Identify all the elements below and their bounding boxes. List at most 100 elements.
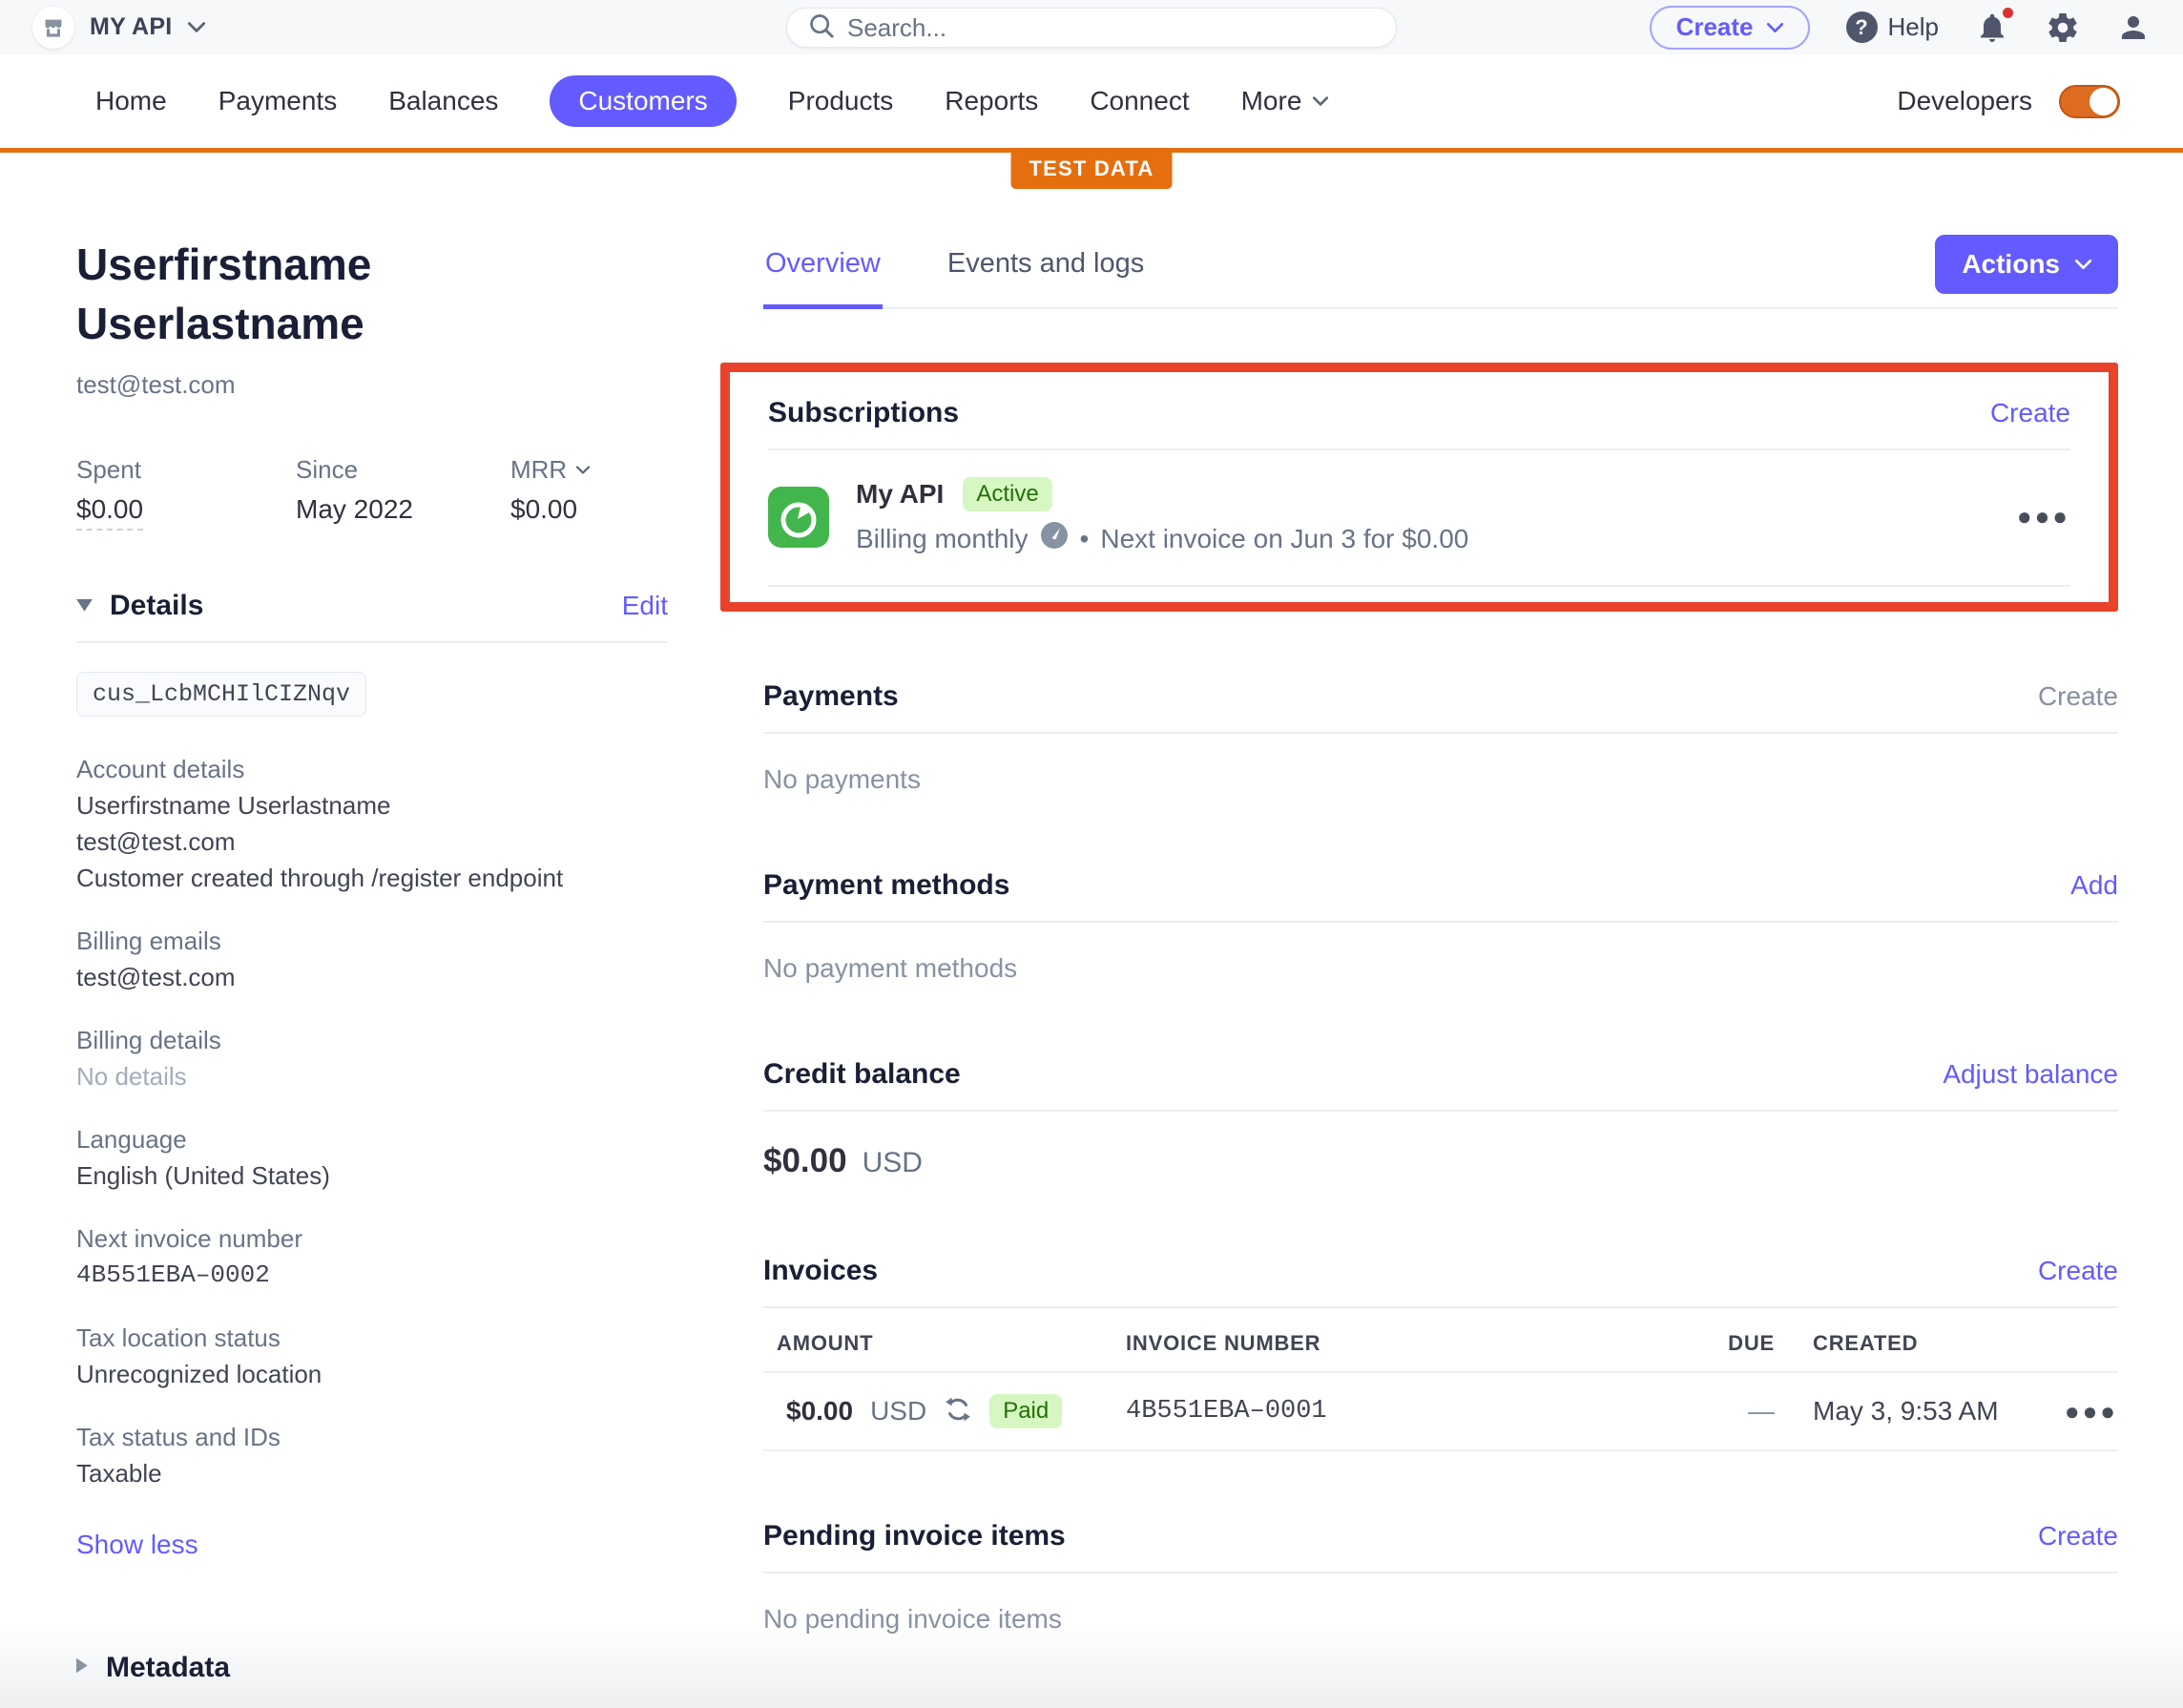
pending-invoice-items-title: Pending invoice items <box>763 1520 1066 1552</box>
field-label: Billing details <box>76 1022 668 1058</box>
test-mode-toggle[interactable] <box>2059 85 2120 118</box>
field-value: Userfirstname Userlastname <box>76 787 668 823</box>
stat-mrr-dropdown[interactable]: MRR <box>510 455 590 485</box>
dot-separator: • <box>1080 524 1090 554</box>
overflow-menu-icon[interactable]: ●●● <box>2017 502 2070 531</box>
profile-button[interactable] <box>2116 10 2151 45</box>
person-icon <box>2116 10 2151 45</box>
actions-button-label: Actions <box>1962 249 2060 280</box>
field-label: Tax location status <box>76 1320 668 1356</box>
field-value: test@test.com <box>76 823 668 860</box>
column-due: DUE <box>1698 1331 1775 1356</box>
create-button[interactable]: Create <box>1650 6 1810 50</box>
stat-mrr-label: MRR <box>510 455 567 485</box>
help-button[interactable]: ? Help <box>1846 11 1939 43</box>
pending-invoice-items-create-link[interactable]: Create <box>2038 1521 2118 1552</box>
column-invoice-number: INVOICE NUMBER <box>1126 1331 1698 1356</box>
invoice-status-badge: Paid <box>989 1394 1062 1428</box>
help-label: Help <box>1888 12 1939 42</box>
divider <box>763 1449 2118 1451</box>
payment-methods-title: Payment methods <box>763 869 1009 902</box>
payment-methods-add-link[interactable]: Add <box>2070 870 2118 901</box>
top-bar: MY API Create ? Help <box>0 0 2183 54</box>
invoices-section: Invoices Create AMOUNT INVOICE NUMBER DU… <box>763 1255 2118 1451</box>
detail-field-tax-status: Tax status and IDs Taxable <box>76 1419 668 1491</box>
payments-create-link[interactable]: Create <box>2038 681 2118 712</box>
nav-more-label: More <box>1241 86 1302 116</box>
stat-spent-value[interactable]: $0.00 <box>76 494 143 531</box>
metadata-title: Metadata <box>106 1652 230 1684</box>
invoices-create-link[interactable]: Create <box>2038 1256 2118 1286</box>
chevron-down-icon <box>1313 96 1328 106</box>
annotation-highlight-box: Subscriptions Create My API Active <box>720 363 2118 612</box>
customer-summary-panel: Userfirstname Userlastname test@test.com… <box>76 235 668 1684</box>
field-value: test@test.com <box>76 959 668 995</box>
adjust-balance-link[interactable]: Adjust balance <box>1943 1059 2118 1090</box>
gear-icon <box>2046 10 2080 45</box>
nav-item-payments[interactable]: Payments <box>218 86 338 116</box>
details-edit-link[interactable]: Edit <box>622 591 668 621</box>
nav-item-home[interactable]: Home <box>95 86 167 116</box>
invoice-row[interactable]: $0.00 USD Paid 4B551EBA–0001 — May 3, 9 <box>763 1373 2118 1449</box>
nav-item-reports[interactable]: Reports <box>945 86 1038 116</box>
nav-item-customers[interactable]: Customers <box>550 75 736 127</box>
payment-methods-section: Payment methods Add No payment methods <box>763 869 2118 989</box>
customer-detail-panel: Overview Events and logs Actions Subscri… <box>763 235 2118 1684</box>
nav-item-connect[interactable]: Connect <box>1090 86 1189 116</box>
column-amount: AMOUNT <box>763 1331 1126 1356</box>
credit-balance-title: Credit balance <box>763 1058 961 1091</box>
nav-item-products[interactable]: Products <box>788 86 894 116</box>
stat-mrr-value: $0.00 <box>510 494 577 524</box>
nav-item-more[interactable]: More <box>1241 86 1329 116</box>
triangle-right-icon <box>76 1657 89 1678</box>
developers-link[interactable]: Developers <box>1897 86 2032 116</box>
nav-item-balances[interactable]: Balances <box>388 86 498 116</box>
divider <box>768 585 2070 587</box>
billing-gauge-icon <box>1040 521 1069 556</box>
show-less-link[interactable]: Show less <box>76 1530 198 1560</box>
metadata-header[interactable]: Metadata <box>76 1652 668 1684</box>
notification-dot <box>2000 5 2016 21</box>
actions-button[interactable]: Actions <box>1935 235 2118 294</box>
storefront-icon <box>39 13 68 42</box>
chevron-down-icon <box>188 22 205 32</box>
settings-button[interactable] <box>2046 10 2080 45</box>
field-value: Taxable <box>76 1455 668 1491</box>
page-content: Userfirstname Userlastname test@test.com… <box>0 153 2183 1684</box>
search-input[interactable] <box>847 13 1375 43</box>
invoice-amount: $0.00 <box>786 1396 853 1427</box>
next-invoice-text: Next invoice on Jun 3 for $0.00 <box>1100 524 1468 554</box>
field-label: Language <box>76 1121 668 1157</box>
question-mark-icon: ? <box>1846 11 1878 43</box>
account-switcher[interactable]: MY API <box>32 7 205 49</box>
chevron-down-icon <box>2075 260 2091 269</box>
detail-field-tax-location: Tax location status Unrecognized locatio… <box>76 1320 668 1392</box>
customer-id-pill[interactable]: cus_LcbMCHIlCIZNqv <box>76 672 366 717</box>
overflow-menu-icon[interactable]: ●●● <box>2065 1397 2118 1426</box>
subscription-clock-icon <box>768 487 829 548</box>
field-value: Unrecognized location <box>76 1356 668 1392</box>
payments-title: Payments <box>763 680 899 713</box>
subscription-name: My API <box>856 479 944 510</box>
stat-since: Since May 2022 <box>296 455 510 531</box>
search-bar[interactable] <box>786 8 1397 48</box>
triangle-down-icon[interactable] <box>76 599 93 613</box>
main-nav: Home Payments Balances Customers Product… <box>0 54 2183 153</box>
tab-events-and-logs[interactable]: Events and logs <box>946 235 1146 304</box>
tab-overview[interactable]: Overview <box>763 235 883 309</box>
credit-balance-currency: USD <box>863 1147 923 1179</box>
customer-stats: Spent $0.00 Since May 2022 MRR $0.00 <box>76 455 668 531</box>
subscription-row[interactable]: My API Active Billing monthly • Next inv <box>768 450 2070 585</box>
field-value: 4B551EBA–0002 <box>76 1257 668 1293</box>
credit-balance-amount: $0.00 USD <box>763 1112 2118 1186</box>
credit-balance-section: Credit balance Adjust balance $0.00 USD <box>763 1058 2118 1186</box>
subscriptions-header: Subscriptions Create <box>768 397 2070 429</box>
field-value: No details <box>76 1058 668 1094</box>
field-label: Tax status and IDs <box>76 1419 668 1455</box>
chevron-down-icon <box>1767 23 1783 32</box>
field-value: Customer created through /register endpo… <box>76 860 668 896</box>
stat-since-value: May 2022 <box>296 494 413 524</box>
notifications-button[interactable] <box>1975 10 2009 45</box>
invoice-due: — <box>1698 1396 1775 1427</box>
subscriptions-create-link[interactable]: Create <box>1990 398 2070 428</box>
